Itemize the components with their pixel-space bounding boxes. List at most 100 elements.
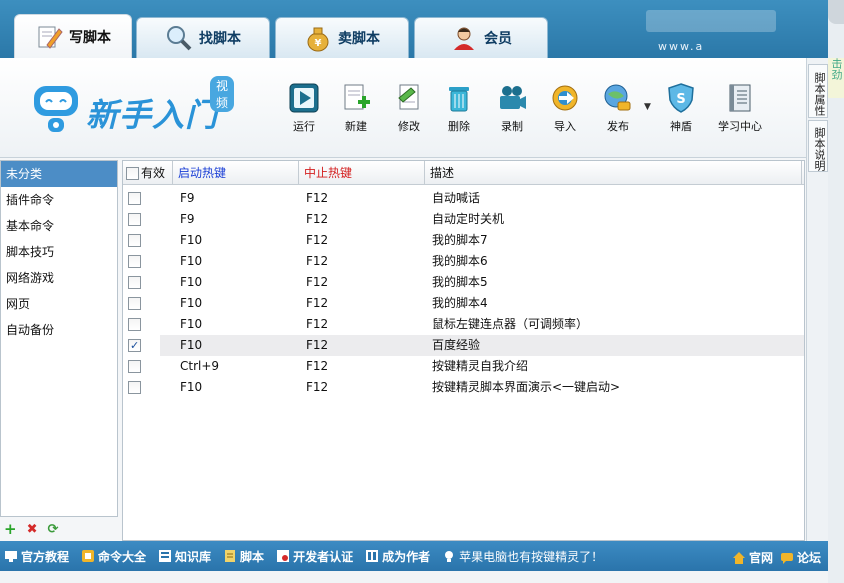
cell-description: 我的脚本5 <box>432 275 488 289</box>
category-item[interactable]: 网页 <box>1 291 117 317</box>
row-enabled-checkbox[interactable] <box>128 255 141 268</box>
link-label: 脚本 <box>240 549 265 564</box>
cell-description: 我的脚本6 <box>432 254 488 268</box>
top-tab-bar: 写脚本 找脚本 ¥ 卖脚本 会员 www.a <box>0 0 828 58</box>
table-row[interactable]: F10 F12 我的脚本6 <box>123 251 804 272</box>
header-stop-hotkey[interactable]: 中止热键 <box>299 161 425 185</box>
refresh-category-icon[interactable]: ⟳ <box>47 522 58 537</box>
blurred-banner <box>646 10 776 32</box>
cell-description: 百度经验 <box>432 338 481 352</box>
category-item[interactable]: 网络游戏 <box>1 265 117 291</box>
link-knowledge-base[interactable]: 知识库 <box>158 548 211 565</box>
add-category-icon[interactable]: + <box>4 520 17 538</box>
link-official-site[interactable]: 官网 <box>732 549 773 566</box>
header-enabled[interactable]: 有效 <box>123 161 173 185</box>
delete-label: 删除 <box>448 120 470 133</box>
table-row[interactable]: Ctrl+9 F12 按键精灵自我介绍 <box>123 356 804 377</box>
publish-dropdown-icon[interactable]: ▼ <box>644 102 651 112</box>
learning-center-button[interactable]: 学习中心 <box>712 82 768 134</box>
row-enabled-checkbox[interactable] <box>128 335 141 356</box>
table-row[interactable]: F10 F12 鼠标左键连点器（可调频率） <box>123 314 804 335</box>
row-enabled-checkbox[interactable] <box>128 318 141 331</box>
tab-find-script[interactable]: 找脚本 <box>136 17 270 58</box>
edit-button[interactable]: 修改 <box>384 82 434 134</box>
cell-stop-hotkey: F12 <box>306 296 329 310</box>
table-row[interactable]: F10 F12 按键精灵脚本界面演示<一键启动> <box>123 377 804 398</box>
side-tab-strip: 脚本属性 脚本说明 <box>806 58 828 583</box>
link-label: 成为作者 <box>382 549 431 564</box>
cell-stop-hotkey: F12 <box>306 338 329 352</box>
category-item[interactable]: 未分类 <box>1 161 117 187</box>
bottom-link-bar: 官方教程 命令大全 知识库 脚本 开发者认证 成为作者 苹果电脑也有按键精灵了！ <box>0 541 828 571</box>
delete-button[interactable]: 删除 <box>434 82 484 134</box>
row-enabled-checkbox[interactable] <box>128 276 141 289</box>
app-window: 写脚本 找脚本 ¥ 卖脚本 会员 www.a 新手入门 视频 运行 新建 修改 … <box>0 0 828 583</box>
cell-start-hotkey: F10 <box>180 317 203 331</box>
row-enabled-checkbox[interactable] <box>128 297 141 310</box>
link-label: 官网 <box>749 551 774 565</box>
select-all-checkbox[interactable] <box>126 166 139 180</box>
link-mac-version[interactable]: 苹果电脑也有按键精灵了！ <box>442 548 603 565</box>
tab-sell-script[interactable]: ¥ 卖脚本 <box>275 17 409 58</box>
link-official-tutorial[interactable]: 官方教程 <box>4 548 69 565</box>
edit-icon <box>398 84 419 110</box>
knowledge-icon <box>159 550 172 562</box>
link-become-author[interactable]: 成为作者 <box>365 548 430 565</box>
record-button[interactable]: 录制 <box>487 82 537 134</box>
row-enabled-checkbox[interactable] <box>128 381 141 394</box>
cell-description: 自动定时关机 <box>432 212 505 226</box>
tab-member[interactable]: 会员 <box>414 17 548 58</box>
new-button[interactable]: 新建 <box>331 82 381 134</box>
logo-title: 新手入门 <box>86 96 219 134</box>
table-row[interactable]: F10 F12 我的脚本7 <box>123 230 804 251</box>
home-icon <box>733 551 745 564</box>
link-command-reference[interactable]: 命令大全 <box>81 548 146 565</box>
run-button[interactable]: 运行 <box>279 82 329 134</box>
table-row[interactable]: F9 F12 自动喊话 <box>123 188 804 209</box>
shield-button[interactable]: S 神盾 <box>656 82 706 134</box>
tab-script-description[interactable]: 脚本说明 <box>808 120 828 172</box>
header-enabled-label: 有效 <box>141 166 166 180</box>
run-label: 运行 <box>293 120 315 133</box>
link-label: 官方教程 <box>21 549 70 564</box>
link-forum[interactable]: 论坛 <box>780 549 821 566</box>
delete-category-icon[interactable]: ✖ <box>27 522 38 537</box>
table-row[interactable]: F9 F12 自动定时关机 <box>123 209 804 230</box>
import-label: 导入 <box>554 120 576 133</box>
row-enabled-checkbox[interactable] <box>128 213 141 226</box>
publish-button[interactable]: 发布 <box>593 82 643 134</box>
cell-stop-hotkey: F12 <box>306 254 329 268</box>
svg-text:S: S <box>676 92 685 107</box>
import-button[interactable]: 导入 <box>540 82 590 134</box>
table-header: 有效 启动热键 中止热键 描述 <box>123 161 804 185</box>
link-scripts[interactable]: 脚本 <box>223 548 264 565</box>
strip-promo-text: 击劲 <box>828 58 844 98</box>
cell-start-hotkey: F10 <box>180 338 203 352</box>
row-enabled-checkbox[interactable] <box>128 192 141 205</box>
category-item[interactable]: 基本命令 <box>1 213 117 239</box>
header-description[interactable]: 描述 <box>425 161 802 185</box>
row-enabled-checkbox[interactable] <box>128 234 141 247</box>
author-icon <box>366 550 379 562</box>
table-row[interactable]: F10 F12 我的脚本4 <box>123 293 804 314</box>
table-row[interactable]: F10 F12 我的脚本5 <box>123 272 804 293</box>
shield-icon: S <box>668 83 694 113</box>
table-row[interactable]: F10 F12 百度经验 <box>123 335 804 356</box>
certificate-icon <box>277 550 290 562</box>
row-highlight <box>160 335 804 356</box>
link-developer-certification[interactable]: 开发者认证 <box>276 548 353 565</box>
header-start-hotkey[interactable]: 启动热键 <box>173 161 299 185</box>
category-item[interactable]: 插件命令 <box>1 187 117 213</box>
cell-start-hotkey: F10 <box>180 254 203 268</box>
tab-write-script[interactable]: 写脚本 <box>14 14 132 58</box>
tab-script-properties[interactable]: 脚本属性 <box>808 64 828 118</box>
lightbulb-icon <box>445 551 454 562</box>
beginner-logo[interactable]: 新手入门 视频 <box>30 76 235 140</box>
cell-start-hotkey: F10 <box>180 380 203 394</box>
category-item[interactable]: 自动备份 <box>1 317 117 343</box>
row-enabled-checkbox[interactable] <box>128 360 141 373</box>
cell-description: 我的脚本4 <box>432 296 488 310</box>
cell-stop-hotkey: F12 <box>306 191 329 205</box>
link-label: 开发者认证 <box>293 549 354 564</box>
category-item[interactable]: 脚本技巧 <box>1 239 117 265</box>
